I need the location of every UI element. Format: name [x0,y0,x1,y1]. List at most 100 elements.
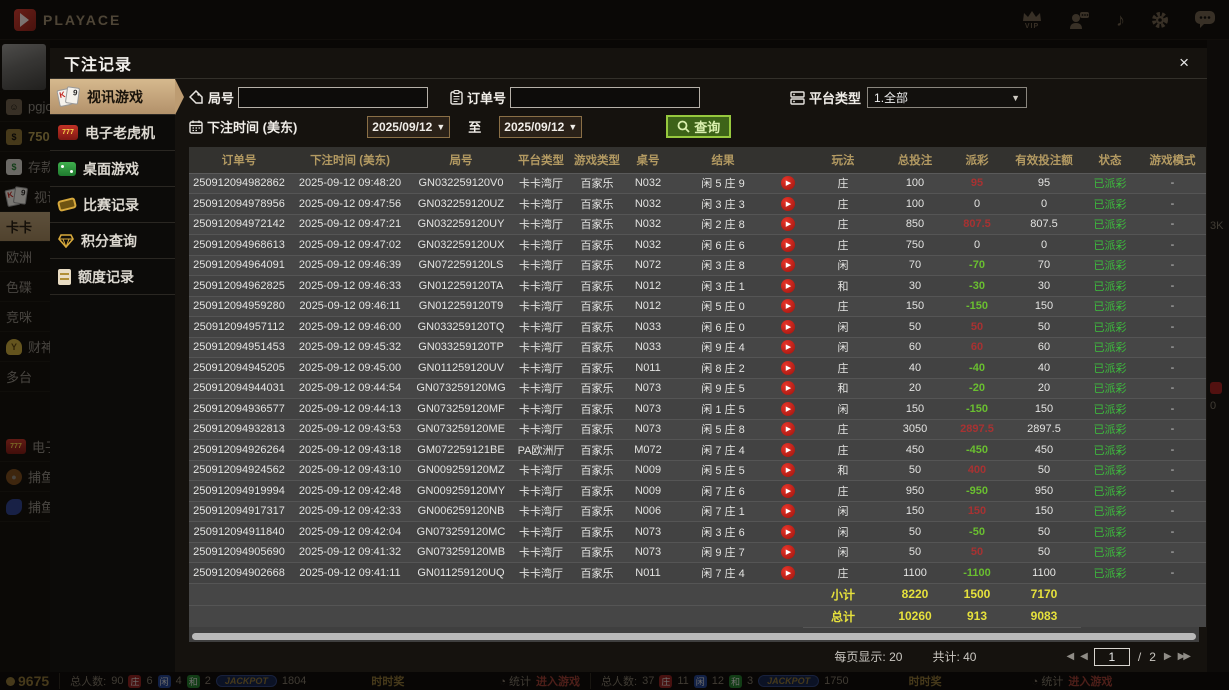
sidebar-item-video-games[interactable]: K9 视讯游戏 [50,79,184,115]
cell-order: 250912094972142 [189,214,289,235]
replay-play-icon[interactable]: ▶ [781,545,795,560]
column-header: 平台类型 [511,147,571,174]
modal-title: 下注记录 [64,57,133,74]
replay-play-icon[interactable]: ▶ [781,401,795,416]
cell-round: GN032259120V0 [411,173,511,194]
cell-valid: 2897.5 [1007,419,1081,440]
search-icon [677,120,690,133]
replay-play-icon[interactable]: ▶ [781,319,795,334]
cell-platform: 卡卡湾厅 [511,398,571,420]
cell-game: 百家乐 [571,357,623,379]
cell-bet: 100 [883,193,947,215]
replay-play-icon[interactable]: ▶ [781,176,795,191]
column-header: 游戏类型 [571,147,623,174]
slot-777-icon: 777 [58,125,78,140]
cell-bet: 750 [883,234,947,256]
cell-table: N011 [623,357,673,379]
bet-time-label: 下注时间 (美东) [189,117,297,136]
replay-play-icon[interactable]: ▶ [781,524,795,539]
replay-play-icon[interactable]: ▶ [781,237,795,252]
first-page-icon[interactable]: ◀ [1066,651,1074,662]
cell-valid: 50 [1007,316,1081,338]
cell-result: 闲 9 庄 5 [673,378,773,399]
sidebar-item-slots[interactable]: 777 电子老虎机 [50,115,175,151]
sidebar-item-match-records[interactable]: 比赛记录 [50,187,175,223]
cell-order: 250912094924562 [189,460,289,481]
cell-play: 庄 [803,234,883,256]
cell-game: 百家乐 [571,296,623,317]
replay-play-icon[interactable]: ▶ [781,196,795,211]
cell-replay: ▶ [773,193,803,215]
cell-game: 百家乐 [571,275,623,297]
cell-payout: -150 [947,296,1007,317]
replay-play-icon[interactable]: ▶ [781,299,795,314]
cell-result: 闲 5 庄 9 [673,173,773,194]
cell-replay: ▶ [773,480,803,502]
column-header [773,147,803,174]
replay-play-icon[interactable]: ▶ [781,278,795,293]
cell-time: 2025-09-12 09:47:56 [289,193,411,215]
cell-play: 闲 [803,337,883,358]
page-total: 2 [1149,649,1156,664]
cell-payout: 60 [947,337,1007,358]
close-icon[interactable]: × [1175,53,1193,73]
cell-order: 250912094926264 [189,439,289,461]
replay-play-icon[interactable]: ▶ [781,217,795,232]
sidebar-item-table-games[interactable]: 桌面游戏 [50,151,175,187]
pagination-bar: 每页显示: 20 共计: 40 ◀ ◀ / 2 ▶ ▶▶ [189,642,1199,668]
cell-mode: - [1139,193,1206,215]
page-number-input[interactable] [1093,647,1130,666]
replay-play-icon[interactable]: ▶ [781,360,795,375]
next-page-icon[interactable]: ▶ [1164,651,1172,662]
table-row: 250912094905690 2025-09-12 09:41:32 GN0732… [189,542,1206,563]
cell-table: N073 [623,521,673,543]
last-page-icon[interactable]: ▶▶ [1178,651,1191,662]
cell-valid: 0 [1007,193,1081,215]
cell-platform: 卡卡湾厅 [511,275,571,297]
replay-play-icon[interactable]: ▶ [781,422,795,437]
cell-game: 百家乐 [571,173,623,194]
sidebar-item-quota-records[interactable]: 额度记录 [50,259,175,295]
date-to-picker[interactable]: 2025/09/12 ▼ [499,115,583,138]
cell-mode: - [1139,275,1206,297]
cell-status: 已派彩 [1081,480,1139,502]
search-button[interactable]: 查询 [666,115,732,138]
cell-platform: 卡卡湾厅 [511,255,571,276]
cell-play: 闲 [803,542,883,563]
order-number-input[interactable] [510,87,701,108]
horizontal-scrollbar[interactable] [192,633,1196,640]
cell-replay: ▶ [773,542,803,563]
cell-mode: - [1139,214,1206,235]
cell-payout: -150 [947,398,1007,420]
cell-table: N012 [623,296,673,317]
cell-replay: ▶ [773,419,803,440]
replay-play-icon[interactable]: ▶ [781,565,795,580]
table-row: 250912094964091 2025-09-12 09:46:39 GN0722… [189,255,1206,276]
date-from-picker[interactable]: 2025/09/12 ▼ [367,115,451,138]
total-label: 总计 [803,605,883,628]
replay-play-icon[interactable]: ▶ [781,258,795,273]
cell-result: 闲 5 庄 5 [673,460,773,481]
cell-valid: 150 [1007,501,1081,522]
sidebar-item-points-query[interactable]: 积分查询 [50,223,175,259]
cell-platform: 卡卡湾厅 [511,234,571,256]
replay-play-icon[interactable]: ▶ [781,483,795,498]
cell-game: 百家乐 [571,234,623,256]
modal-sidebar: K9 视讯游戏 777 电子老虎机 桌面游戏 比赛记录 积分查询 额度记录 [50,79,184,672]
replay-play-icon[interactable]: ▶ [781,442,795,457]
table-row: 250912094924562 2025-09-12 09:43:10 GN0092… [189,460,1206,481]
platform-type-select[interactable]: 1.全部 ▼ [867,87,1028,108]
cell-replay: ▶ [773,255,803,276]
cell-round: GN032259120UZ [411,193,511,215]
cell-play: 庄 [803,419,883,440]
total-bet: 10260 [883,605,947,628]
cell-valid: 50 [1007,460,1081,481]
round-number-input[interactable] [238,87,429,108]
cell-replay: ▶ [773,521,803,543]
cell-game: 百家乐 [571,542,623,563]
replay-play-icon[interactable]: ▶ [781,504,795,519]
prev-page-icon[interactable]: ◀ [1080,651,1088,662]
replay-play-icon[interactable]: ▶ [781,463,795,478]
replay-play-icon[interactable]: ▶ [781,340,795,355]
replay-play-icon[interactable]: ▶ [781,381,795,396]
